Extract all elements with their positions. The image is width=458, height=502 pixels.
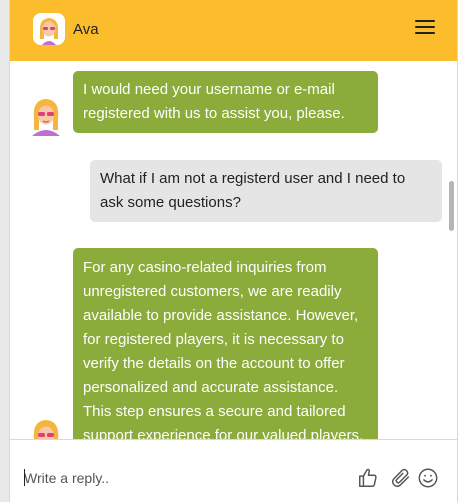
bot-message: I would need your username or e-mail reg…: [73, 71, 378, 133]
bot-message: For any casino-related inquiries from un…: [73, 248, 378, 439]
paperclip-icon[interactable]: [390, 467, 412, 489]
emoji-icon[interactable]: [417, 467, 439, 489]
reply-input[interactable]: [24, 468, 344, 488]
chat-widget: Ava I would need your username or e-mail…: [9, 0, 458, 502]
text-caret: [24, 469, 25, 486]
reply-composer: [10, 439, 457, 502]
bot-avatar-icon: [28, 417, 64, 439]
thumbs-up-icon[interactable]: [357, 467, 379, 489]
chat-header: Ava: [10, 0, 457, 61]
hamburger-menu-icon[interactable]: [415, 20, 435, 38]
agent-avatar-icon: [33, 13, 65, 45]
bot-avatar-icon: [28, 96, 64, 136]
agent-name: Ava: [73, 21, 99, 38]
message-list[interactable]: I would need your username or e-mail reg…: [10, 61, 457, 439]
scrollbar-thumb[interactable]: [449, 181, 454, 231]
user-message: What if I am not a registerd user and I …: [90, 160, 442, 222]
